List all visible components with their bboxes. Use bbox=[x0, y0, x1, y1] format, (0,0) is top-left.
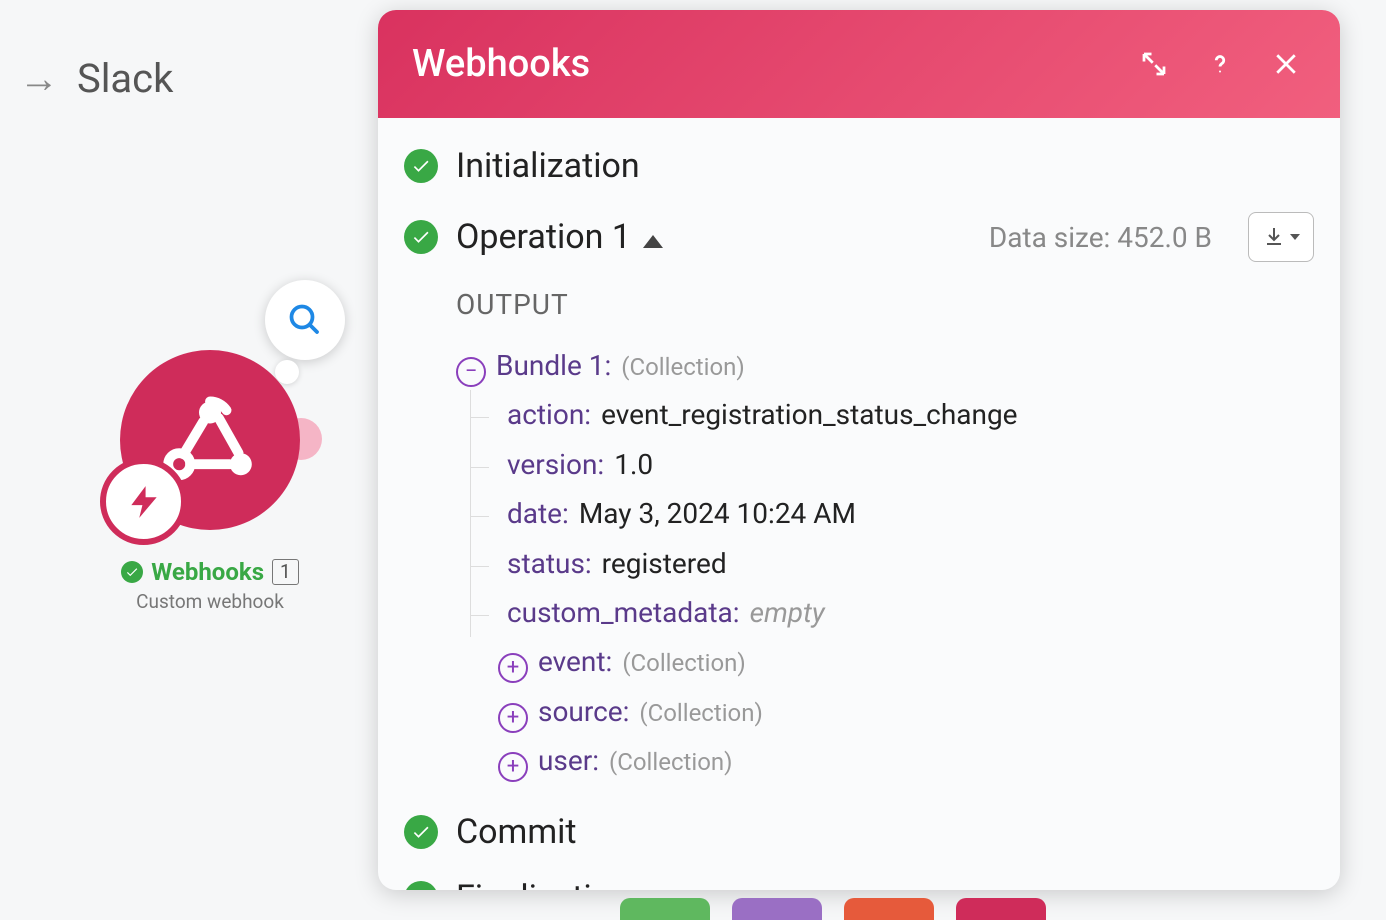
check-icon bbox=[404, 220, 438, 254]
search-icon bbox=[287, 302, 323, 338]
pill-magenta[interactable] bbox=[956, 898, 1046, 920]
module-name: Webhooks bbox=[151, 558, 264, 586]
check-icon bbox=[404, 815, 438, 849]
inspect-bubble[interactable] bbox=[265, 280, 345, 360]
field-source[interactable]: + source: (Collection) bbox=[498, 687, 1314, 736]
close-icon bbox=[1271, 49, 1301, 79]
arrow-right-icon: → bbox=[19, 55, 59, 102]
field-date: date: May 3, 2024 10:24 AM bbox=[497, 489, 1314, 538]
check-icon bbox=[404, 149, 438, 183]
bundle-row[interactable]: − Bundle 1: (Collection) bbox=[456, 341, 1314, 390]
field-custom-metadata: custom_metadata: empty bbox=[497, 588, 1314, 637]
execution-count-badge: 1 bbox=[272, 559, 299, 586]
download-button[interactable] bbox=[1248, 212, 1314, 262]
bolt-icon bbox=[125, 483, 163, 521]
download-icon bbox=[1262, 225, 1286, 249]
field-event[interactable]: + event: (Collection) bbox=[498, 637, 1314, 686]
section-initialization[interactable]: Initialization bbox=[404, 146, 1314, 186]
expand-toggle[interactable]: + bbox=[498, 703, 528, 733]
bottom-toolbar bbox=[620, 898, 1046, 920]
output-block: OUTPUT − Bundle 1: (Collection) action: … bbox=[456, 288, 1314, 786]
breadcrumb: ke → Slack bbox=[0, 55, 173, 102]
data-size-label: Data size: 452.0 B bbox=[989, 221, 1212, 254]
output-label: OUTPUT bbox=[456, 288, 1314, 321]
status-success-icon bbox=[121, 561, 143, 583]
expand-icon bbox=[1139, 49, 1169, 79]
panel-header: Webhooks bbox=[378, 10, 1340, 118]
field-action: action: event_registration_status_change bbox=[497, 390, 1314, 439]
panel-body: Initialization Operation 1 Data size: 45… bbox=[378, 118, 1340, 890]
pill-green[interactable] bbox=[620, 898, 710, 920]
field-version: version: 1.0 bbox=[497, 440, 1314, 489]
pill-purple[interactable] bbox=[732, 898, 822, 920]
expand-toggle[interactable]: + bbox=[498, 653, 528, 683]
help-button[interactable] bbox=[1196, 40, 1244, 88]
section-title: Initialization bbox=[456, 146, 640, 186]
pill-orange[interactable] bbox=[844, 898, 934, 920]
breadcrumb-left: ke bbox=[0, 55, 1, 102]
module-subtitle: Custom webhook bbox=[95, 590, 325, 613]
output-tree: − Bundle 1: (Collection) action: event_r… bbox=[456, 341, 1314, 786]
collection-hint: (Collection) bbox=[621, 349, 744, 386]
instant-trigger-badge bbox=[100, 458, 187, 545]
section-commit[interactable]: Commit bbox=[404, 812, 1314, 852]
section-finalization[interactable]: Finalization bbox=[404, 878, 1314, 890]
webhooks-module-node[interactable]: Webhooks 1 Custom webhook bbox=[95, 350, 325, 613]
close-button[interactable] bbox=[1262, 40, 1310, 88]
caret-up-icon bbox=[643, 235, 663, 248]
collapse-toggle[interactable]: − bbox=[456, 357, 486, 387]
question-icon bbox=[1205, 49, 1235, 79]
bundle-label: Bundle 1: bbox=[496, 344, 611, 387]
panel-title: Webhooks bbox=[412, 42, 1112, 86]
breadcrumb-right: Slack bbox=[77, 55, 173, 102]
expand-toggle[interactable]: + bbox=[498, 752, 528, 782]
field-status: status: registered bbox=[497, 539, 1314, 588]
chevron-down-icon bbox=[1290, 234, 1300, 240]
expand-button[interactable] bbox=[1130, 40, 1178, 88]
section-operation-1[interactable]: Operation 1 Data size: 452.0 B bbox=[404, 212, 1314, 262]
section-title: Operation 1 bbox=[456, 217, 663, 257]
section-title: Finalization bbox=[456, 878, 630, 890]
execution-panel: Webhooks Initialization Operation 1 bbox=[378, 10, 1340, 890]
field-user[interactable]: + user: (Collection) bbox=[498, 736, 1314, 785]
section-title: Commit bbox=[456, 812, 577, 852]
check-icon bbox=[404, 881, 438, 890]
